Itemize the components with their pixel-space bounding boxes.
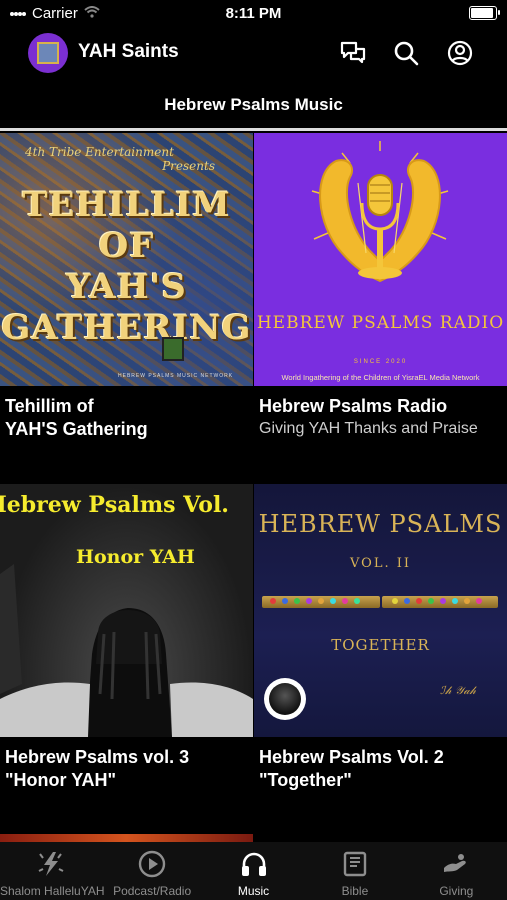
screen-title: Hebrew Psalms Music xyxy=(164,95,343,114)
album-art-radio: HEBREW PSALMS RADIO SINCE 2020 World Ing… xyxy=(254,133,507,386)
play-circle-icon xyxy=(101,850,202,878)
tab-shalom-halleluyah[interactable]: Shalom HalleluYAH xyxy=(0,842,105,900)
album-title: Tehillim of YAH'S Gathering xyxy=(5,396,148,439)
tab-bible[interactable]: Bible xyxy=(304,842,405,900)
art-tagline: TOGETHER xyxy=(331,636,430,654)
art-headline: TEHILLIM OF YAH'S GATHERING xyxy=(1,185,252,348)
book-icon xyxy=(304,850,405,878)
album-subtitle: Giving YAH Thanks and Praise xyxy=(259,420,478,437)
breastplate-bar-right xyxy=(382,596,498,608)
lion-badge-icon xyxy=(264,678,306,720)
art-footer: HEBREW PSALMS MUSIC NETWORK xyxy=(118,373,234,379)
next-album-art-peek[interactable] xyxy=(0,834,253,842)
tab-music[interactable]: Music xyxy=(203,842,304,900)
signature: ℐ𝒽 𝒴𝒶𝒽 xyxy=(440,684,476,697)
breastplate-bar-left xyxy=(262,596,380,608)
tab-label: Music xyxy=(237,884,270,898)
album-tile-together[interactable]: HEBREW PSALMS VOL. II TOGETHER ℐ𝒽 𝒴𝒶𝒽 He… xyxy=(254,484,507,834)
figure-silhouette xyxy=(0,564,253,737)
headphones-icon xyxy=(203,850,304,878)
album-tile-tehillim[interactable]: 4th Tribe Entertainment Presents TEHILLI… xyxy=(0,133,253,483)
tab-podcast-radio[interactable]: Podcast/Radio xyxy=(101,842,202,900)
album-art-honor-yah: Hebrew Psalms Vol. Honor YAH xyxy=(0,484,253,737)
app-logo[interactable] xyxy=(28,33,68,73)
album-art-together: HEBREW PSALMS VOL. II TOGETHER ℐ𝒽 𝒴𝒶𝒽 xyxy=(254,484,507,737)
art-since: SINCE 2020 xyxy=(353,359,408,365)
art-network: World Ingathering of the Children of Yis… xyxy=(281,373,480,382)
tab-label: Bible xyxy=(341,884,369,898)
art-headline: HEBREW PSALMS RADIO xyxy=(256,313,505,333)
album-title: Hebrew Psalms Vol. 2 "Together" xyxy=(259,747,444,790)
lyre-microphone-icon xyxy=(311,141,449,283)
sparkle-icon xyxy=(0,850,101,878)
account-icon[interactable] xyxy=(445,38,475,68)
album-art-tehillim: 4th Tribe Entertainment Presents TEHILLI… xyxy=(0,133,253,386)
album-title: Hebrew Psalms Radio xyxy=(259,396,448,416)
title-divider xyxy=(0,128,507,131)
tab-giving[interactable]: Giving xyxy=(406,842,507,900)
giving-hand-icon xyxy=(406,850,507,878)
status-bar: Carrier 8:11 PM xyxy=(0,0,507,28)
tab-label: Podcast/Radio xyxy=(113,884,192,898)
chat-icon[interactable] xyxy=(338,38,368,68)
art-headline: HEBREW PSALMS xyxy=(258,510,503,538)
search-icon[interactable] xyxy=(391,38,421,68)
status-time: 8:11 PM xyxy=(225,5,282,22)
album-tile-honor-yah[interactable]: Hebrew Psalms Vol. Honor YAH Hebrew Psal… xyxy=(0,484,253,834)
emblem-icon xyxy=(162,337,184,361)
art-presents: 4th Tribe Entertainment Presents xyxy=(25,145,215,173)
art-headline: Hebrew Psalms Vol. xyxy=(0,492,229,518)
tab-label: Giving xyxy=(439,884,474,898)
album-title: Hebrew Psalms vol. 3 "Honor YAH" xyxy=(5,747,190,790)
art-volume: VOL. II xyxy=(350,556,411,571)
tab-bar: Shalom HalleluYAH Podcast/Radio Music Bi… xyxy=(0,842,507,900)
album-tile-radio[interactable]: HEBREW PSALMS RADIO SINCE 2020 World Ing… xyxy=(254,133,507,483)
tab-label: Shalom HalleluYAH xyxy=(0,884,105,898)
app-title: YAH Saints xyxy=(78,41,179,62)
art-subheadline: Honor YAH xyxy=(76,546,195,568)
app-bar: YAH Saints xyxy=(0,30,507,76)
battery-icon xyxy=(469,6,500,20)
